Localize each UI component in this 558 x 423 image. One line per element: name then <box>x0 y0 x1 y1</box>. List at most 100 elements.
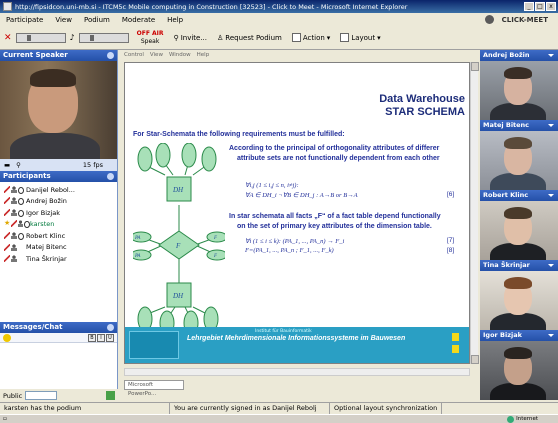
scroll-up-icon[interactable] <box>471 62 479 71</box>
request-podium-label: Request Podium <box>225 33 282 42</box>
participant-name: Danijel Rebol... <box>26 185 75 194</box>
pen-icon <box>11 220 17 228</box>
star-schema-diagram: DH F DH PA PA F F <box>133 143 225 333</box>
video-feed <box>480 61 558 120</box>
close-button[interactable]: x <box>546 2 556 11</box>
layout-icon <box>340 33 350 42</box>
invite-label: Invite... <box>180 33 208 42</box>
video-tile[interactable]: Robert Klinc <box>480 190 558 260</box>
pres-menu-control[interactable]: Control <box>124 52 144 58</box>
minimize-button[interactable]: _ <box>524 2 534 11</box>
panel-menu-icon[interactable] <box>107 173 114 180</box>
nav-prev-icon[interactable] <box>452 333 459 341</box>
participant-name: karsten <box>30 220 55 229</box>
eye-icon <box>18 186 24 194</box>
chevron-down-icon: ▾ <box>326 33 331 42</box>
participant-row[interactable]: ★ karsten <box>0 219 117 231</box>
participant-row[interactable]: Matej Bitenc <box>0 242 117 254</box>
mic-slider[interactable] <box>78 32 129 43</box>
window-title: http://fipsidcon.uni-mb.si - ITCM5c Mobi… <box>15 2 408 11</box>
pen-icon <box>4 255 10 263</box>
video-tile-header[interactable]: Andrej Božin <box>480 50 558 61</box>
formula-2: ∀i (1 ≤ i ≤ k): (PA_1, ..., PA_n) → F_i <box>245 238 345 245</box>
pres-menu-window[interactable]: Window <box>169 52 191 58</box>
video-tile[interactable]: Igor Bizjak <box>480 330 558 400</box>
action-menu-button[interactable]: Action ▾ <box>291 33 331 42</box>
panel-menu-icon[interactable] <box>107 324 114 331</box>
video-tile[interactable]: Andrej Božin <box>480 50 558 120</box>
send-message-button[interactable] <box>106 391 115 400</box>
attr-ellipse <box>201 146 217 172</box>
mic-icon[interactable]: ♪ <box>70 33 75 42</box>
panel-menu-icon[interactable] <box>107 52 114 59</box>
participant-row[interactable]: Danijel Rebol... <box>0 184 117 196</box>
request-podium-button[interactable]: ♙ Request Podium <box>217 34 282 42</box>
invite-button[interactable]: ⚲ Invite... <box>174 34 207 42</box>
zone-label: Internet <box>516 416 538 422</box>
podium-status: karsten has the podium <box>0 403 170 414</box>
font-bold-button[interactable]: B <box>88 333 96 342</box>
menu-participate[interactable]: Participate <box>0 16 49 24</box>
pres-menu-help[interactable]: Help <box>197 52 210 58</box>
footer-title: Lehrgebiet Mehrdimensionale Informations… <box>187 335 406 342</box>
slide-vertical-scrollbar[interactable] <box>470 62 479 364</box>
menu-help[interactable]: Help <box>161 16 189 24</box>
video-toggle-icon[interactable]: ▬ <box>4 161 10 169</box>
slide-horizontal-scrollbar[interactable] <box>124 368 470 376</box>
slide: Data Warehouse STAR SCHEMA For Star-Sche… <box>124 62 470 364</box>
star-icon: ★ <box>4 219 11 228</box>
pen-icon <box>4 185 10 193</box>
participant-name: Andrej Božin <box>26 197 67 206</box>
menu-podium[interactable]: Podium <box>78 16 116 24</box>
speak-label: Speak <box>140 37 160 45</box>
snapshot-icon[interactable]: ⚲ <box>16 161 21 169</box>
video-tile-header[interactable]: Tina Škrinjar <box>480 260 558 271</box>
slide-footer: Institut für Bauinformatik Lehrgebiet Me… <box>125 327 469 363</box>
video-tile[interactable]: Tina Škrinjar <box>480 260 558 330</box>
chat-scope-select[interactable] <box>25 391 58 400</box>
video-column: Andrej Božin Matej Bitenc Robert Klinc T… <box>480 50 558 402</box>
menu-view[interactable]: View <box>49 16 78 24</box>
brand-text: CLICK-MEET <box>501 15 548 24</box>
speak-button[interactable]: OFF AIR Speak <box>137 30 164 46</box>
ref-8: [8] <box>447 247 455 254</box>
participant-row[interactable]: Tina Škrinjar <box>0 253 117 265</box>
brand-icon <box>484 15 494 24</box>
volume-slider[interactable] <box>15 32 66 43</box>
fps-label: 15 fps <box>82 161 103 169</box>
attr-ellipse <box>137 146 153 172</box>
font-underline-button[interactable]: U <box>106 333 114 342</box>
pen-icon <box>4 197 10 205</box>
mute-icon[interactable]: ✕ <box>4 33 12 43</box>
chat-scope-label: Public <box>3 391 23 400</box>
left-panel: Current Speaker ▬ ⚲ 15 fps Participants … <box>0 50 118 423</box>
presentation-menu: Control View Window Help <box>118 50 480 59</box>
speaker-controls: ▬ ⚲ 15 fps <box>0 159 117 171</box>
participant-row[interactable]: Robert Klinc <box>0 230 117 242</box>
person-icon <box>11 231 17 239</box>
participant-row[interactable]: Igor Bizjak <box>0 207 117 219</box>
video-tile[interactable]: Matej Bitenc <box>480 120 558 190</box>
video-tile-header[interactable]: Robert Klinc <box>480 190 558 201</box>
maximize-button[interactable]: □ <box>535 2 545 11</box>
video-tile-header[interactable]: Matej Bitenc <box>480 120 558 131</box>
pres-menu-view[interactable]: View <box>150 52 163 58</box>
eye-icon <box>18 198 24 206</box>
scroll-down-icon[interactable] <box>471 355 479 364</box>
current-speaker-video <box>0 61 117 159</box>
font-italic-button[interactable]: I <box>97 333 105 342</box>
video-tile-header[interactable]: Igor Bizjak <box>480 330 558 341</box>
menu-moderate[interactable]: Moderate <box>116 16 161 24</box>
participants-header: Participants <box>0 171 117 182</box>
layout-menu-button[interactable]: Layout ▾ <box>340 33 381 42</box>
nav-next-icon[interactable] <box>452 345 459 353</box>
attr-ellipse <box>155 143 171 168</box>
formula-1b: ∀A ∈ DH_i ¬∀B ∈ DH_j : A→B or B→A <box>245 192 358 199</box>
smiley-icon[interactable] <box>3 333 11 342</box>
participant-row[interactable]: Andrej Božin <box>0 196 117 208</box>
participants-list: Danijel Rebol... Andrej Božin Igor Bizja… <box>0 182 117 322</box>
off-air-label: OFF AIR <box>136 29 164 37</box>
person-icon <box>11 208 17 216</box>
pa-label: PA <box>134 254 141 259</box>
app-tab[interactable]: Microsoft PowerPo... <box>124 380 184 397</box>
